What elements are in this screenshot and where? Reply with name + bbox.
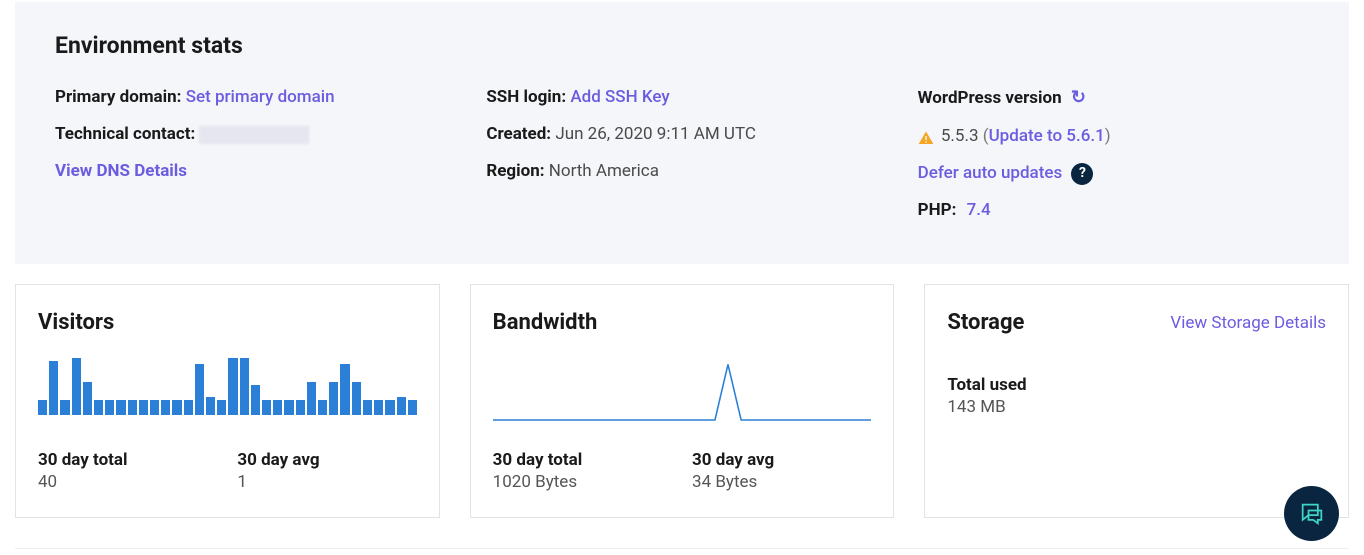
visitors-avg-label: 30 day avg — [237, 450, 416, 470]
add-ssh-key-link[interactable]: Add SSH Key — [570, 87, 669, 107]
chart-bar — [128, 400, 137, 415]
chart-bar — [273, 400, 282, 415]
view-dns-details-link[interactable]: View DNS Details — [55, 161, 187, 181]
chart-bar — [217, 400, 226, 415]
chart-bar — [363, 400, 372, 415]
chart-bar — [251, 385, 260, 415]
ssh-login-label: SSH login: — [486, 87, 566, 107]
chart-bar — [94, 400, 103, 415]
chart-bar — [161, 400, 170, 415]
chart-bar — [262, 400, 271, 415]
chart-bar — [240, 358, 249, 415]
chart-bar — [60, 400, 69, 415]
bandwidth-card: Bandwidth 30 day total 1020 Bytes 30 day… — [470, 284, 895, 518]
refresh-icon[interactable]: ↻ — [1071, 84, 1086, 113]
technical-contact-value — [199, 126, 309, 144]
chart-bar — [296, 400, 305, 415]
region-label: Region: — [486, 161, 544, 181]
storage-used-value: 143 MB — [947, 397, 1326, 417]
chart-bar — [340, 364, 349, 415]
primary-domain-label: Primary domain: — [55, 87, 181, 107]
chart-bar — [352, 382, 361, 415]
wordpress-version-value: 5.5.3 — [941, 126, 979, 146]
view-storage-details-link[interactable]: View Storage Details — [1170, 313, 1326, 333]
wordpress-update-link[interactable]: Update to 5.6.1 — [989, 126, 1105, 146]
chart-bar — [184, 400, 193, 415]
chart-bar — [116, 400, 125, 415]
wordpress-version-label: WordPress version — [918, 88, 1062, 108]
chart-bar — [49, 361, 58, 415]
visitors-total-value: 40 — [38, 472, 217, 492]
env-col-1: Primary domain: Set primary domain Techn… — [55, 84, 446, 234]
created-label: Created: — [486, 124, 551, 144]
chart-bar — [318, 400, 327, 415]
chart-bar — [72, 358, 81, 415]
php-version-link[interactable]: 7.4 — [967, 200, 991, 220]
chart-bar — [206, 397, 215, 415]
chart-bar — [139, 400, 148, 415]
warning-icon — [918, 128, 934, 144]
environment-stats-title: Environment stats — [55, 32, 1309, 59]
defer-auto-updates-link[interactable]: Defer auto updates — [918, 163, 1063, 183]
chart-bar — [172, 400, 181, 415]
chart-bar — [374, 400, 383, 415]
region-value: North America — [549, 161, 659, 181]
chart-bar — [228, 358, 237, 415]
chart-bar — [150, 400, 159, 415]
bandwidth-avg-value: 34 Bytes — [692, 472, 871, 492]
chat-icon — [1298, 500, 1326, 528]
bandwidth-chart — [493, 355, 872, 425]
storage-used-label: Total used — [947, 375, 1326, 395]
php-label: PHP: — [918, 200, 957, 220]
chart-bar — [38, 400, 47, 415]
visitors-total-label: 30 day total — [38, 450, 217, 470]
chart-bar — [83, 382, 92, 415]
visitors-avg-value: 1 — [237, 472, 416, 492]
chart-bar — [329, 382, 338, 415]
chart-bar — [284, 400, 293, 415]
visitors-title: Visitors — [38, 310, 114, 335]
visitors-card: Visitors 30 day total 40 30 day avg 1 — [15, 284, 440, 518]
visitors-chart — [38, 355, 417, 415]
chart-bar — [397, 397, 406, 415]
chat-button[interactable] — [1284, 486, 1339, 541]
environment-stats-panel: Environment stats Primary domain: Set pr… — [15, 2, 1349, 264]
bandwidth-title: Bandwidth — [493, 310, 598, 335]
bandwidth-total-value: 1020 Bytes — [493, 472, 672, 492]
created-value: Jun 26, 2020 9:11 AM UTC — [555, 124, 756, 144]
env-col-3: WordPress version ↻ 5.5.3 (Update to 5.6… — [918, 84, 1309, 234]
bandwidth-avg-label: 30 day avg — [692, 450, 871, 470]
chart-bar — [408, 400, 417, 415]
chart-bar — [195, 364, 204, 415]
set-primary-domain-link[interactable]: Set primary domain — [186, 87, 335, 107]
chart-bar — [307, 382, 316, 415]
storage-title: Storage — [947, 310, 1024, 335]
env-col-2: SSH login: Add SSH Key Created: Jun 26, … — [486, 84, 877, 234]
chart-bar — [385, 400, 394, 415]
help-icon[interactable]: ? — [1071, 163, 1093, 185]
chart-bar — [105, 400, 114, 415]
storage-card: Storage View Storage Details Total used … — [924, 284, 1349, 518]
bandwidth-total-label: 30 day total — [493, 450, 672, 470]
technical-contact-label: Technical contact: — [55, 124, 195, 144]
